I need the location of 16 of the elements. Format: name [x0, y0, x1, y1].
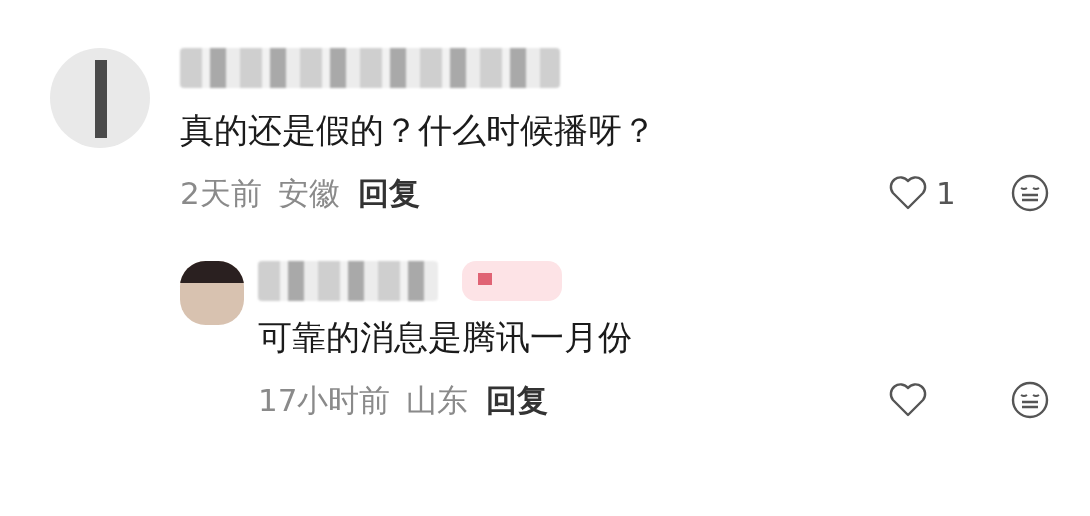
emoji-icon	[1010, 380, 1050, 421]
comment-time: 2天前	[180, 174, 262, 214]
comment-time: 17小时前	[258, 380, 391, 420]
emoji-button[interactable]	[1010, 173, 1050, 214]
comment-text: 真的还是假的？什么时候播呀？	[180, 109, 657, 152]
avatar[interactable]	[180, 260, 244, 325]
emoji-button[interactable]	[1010, 380, 1050, 421]
reply-link[interactable]: 回复	[357, 170, 420, 217]
comment-text: 可靠的消息是腾讯一月份	[258, 315, 633, 359]
like-button[interactable]: 1	[888, 170, 972, 217]
reply-link[interactable]: 回复	[486, 376, 549, 424]
emoji-icon	[1010, 173, 1050, 214]
comment-location: 山东	[406, 380, 469, 420]
heart-icon	[888, 175, 928, 212]
comment-location: 安徽	[277, 174, 340, 214]
heart-icon	[888, 382, 928, 419]
